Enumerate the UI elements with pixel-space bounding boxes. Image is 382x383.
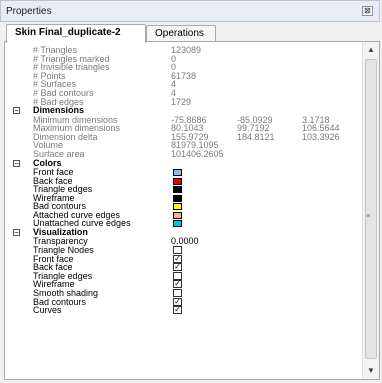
tab-operations[interactable]: Operations <box>146 25 216 42</box>
collapse-toggle-icon[interactable]: − <box>13 229 20 237</box>
property-label: Curves <box>33 305 62 316</box>
checkbox[interactable]: ✓ <box>173 263 182 272</box>
color-swatch[interactable] <box>173 177 182 185</box>
properties-panel: # Triangles 123089 # Triangles marked 0 # In… <box>4 41 380 380</box>
checkbox[interactable]: ✓ <box>173 280 182 289</box>
color-swatch[interactable] <box>173 168 182 176</box>
property-value: 1729 <box>171 96 192 107</box>
scroll-up-icon[interactable]: ▲ <box>363 42 379 58</box>
collapse-toggle-icon[interactable]: − <box>13 107 20 115</box>
tab-label: Operations <box>155 28 204 39</box>
color-swatch[interactable] <box>173 220 182 228</box>
checkbox[interactable]: ✓ <box>173 306 182 315</box>
properties-titlebar: Properties ⊠ <box>0 0 380 22</box>
property-value: 101406.2605 <box>171 148 224 159</box>
vertical-scrollbar[interactable]: ▲ ≡ ▼ <box>362 42 379 379</box>
visualization-row: Curves ✓ <box>5 306 360 315</box>
scroll-grip-icon: ≡ <box>366 213 371 220</box>
color-swatch[interactable] <box>173 194 182 202</box>
collapse-toggle-icon[interactable]: − <box>13 159 20 167</box>
property-value: 184.8121 <box>237 131 275 142</box>
property-value: 103.3926 <box>302 131 340 142</box>
checkbox[interactable] <box>173 289 182 298</box>
checkbox[interactable] <box>173 246 182 255</box>
scroll-down-icon[interactable]: ▼ <box>363 363 379 379</box>
transparency-value[interactable]: 0.0000 <box>171 237 199 246</box>
color-swatch[interactable] <box>173 203 182 211</box>
tab-label: Skin Final_duplicate-2 <box>15 27 121 38</box>
close-icon[interactable]: ⊠ <box>362 6 373 16</box>
scroll-thumb[interactable] <box>365 59 377 359</box>
window-title: Properties <box>6 6 52 17</box>
tab-skin-final-duplicate-2[interactable]: Skin Final_duplicate-2 <box>6 24 146 43</box>
property-grid: # Triangles 123089 # Triangles marked 0 # In… <box>5 42 360 379</box>
tab-bar: Skin Final_duplicate-2 Operations <box>0 22 382 43</box>
color-swatch[interactable] <box>173 186 182 194</box>
color-swatch[interactable] <box>173 211 182 219</box>
